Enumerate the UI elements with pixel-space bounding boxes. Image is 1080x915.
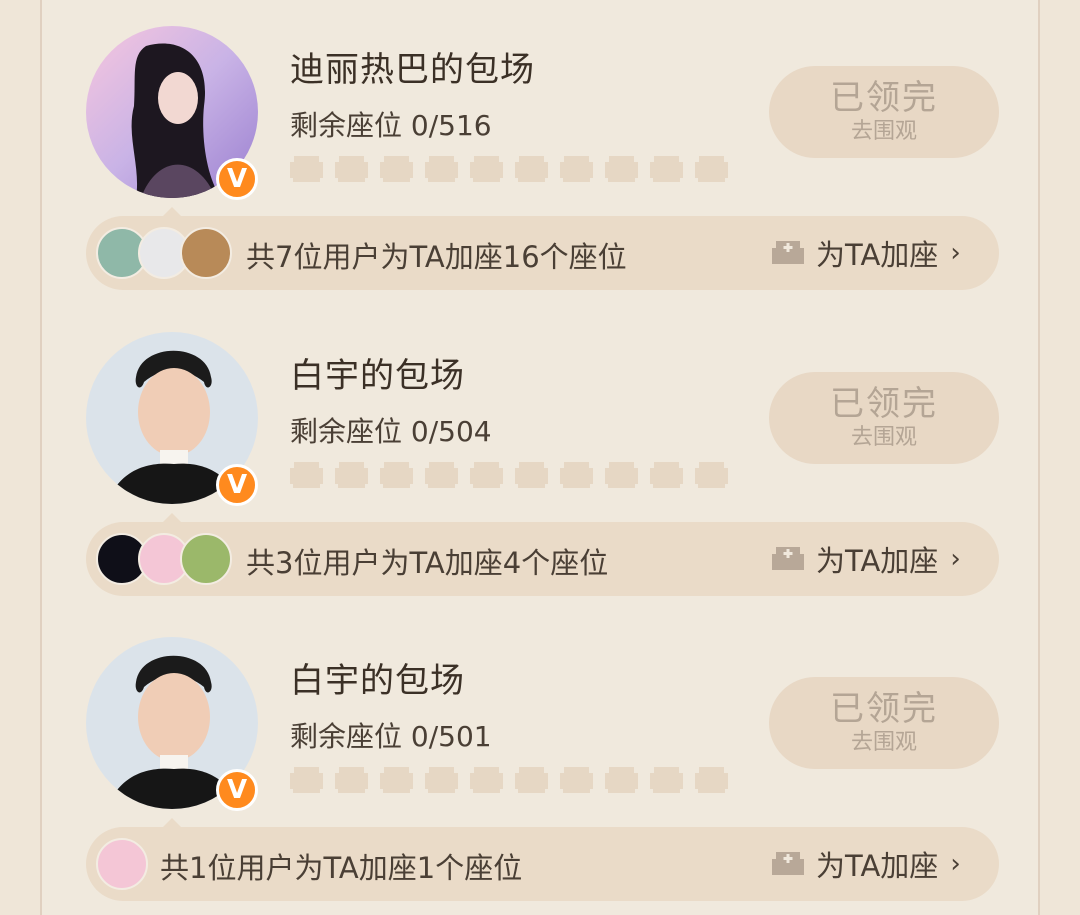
seat-sofa-icon	[290, 767, 323, 793]
seat-sofa-icon	[380, 767, 413, 793]
boost-summary: 共7位用户为TA加座16个座位	[246, 240, 627, 274]
seat-sofa-icon	[695, 767, 728, 793]
seat-sofa-icon	[470, 462, 503, 488]
seat-sofa-icon	[425, 767, 458, 793]
theater-title: 白宇的包场	[290, 356, 465, 396]
seat-sofa-icon	[605, 156, 638, 182]
add-seat-label: 为TA加座	[816, 849, 939, 883]
seat-list-panel: V 迪丽热巴的包场 剩余座位 0/516 已领完 去围观 共7位用户为TA加座1…	[40, 0, 1040, 915]
seat-sofa-icon	[695, 156, 728, 182]
sofa-plus-icon	[772, 241, 804, 264]
seat-sofa-icon	[650, 462, 683, 488]
add-seat-bar[interactable]: 共1位用户为TA加座1个座位 为TA加座 ›	[86, 827, 999, 901]
add-seat-label: 为TA加座	[816, 238, 939, 272]
seat-sofa-icon	[335, 767, 368, 793]
boost-summary: 共3位用户为TA加座4个座位	[246, 546, 609, 580]
chevron-right-icon: ›	[950, 238, 961, 268]
seat-sofa-icon	[605, 767, 638, 793]
verified-v-icon: V	[216, 158, 258, 200]
go-watch-label: 去围观	[850, 730, 917, 755]
seat-sofa-icon	[290, 462, 323, 488]
theater-card: V 白宇的包场 剩余座位 0/504 已领完 去围观 共3位用户为TA加座4个座…	[42, 306, 1042, 606]
claimed-watch-button[interactable]: 已领完 去围观	[769, 372, 999, 464]
sofa-plus-icon	[772, 547, 804, 570]
seat-sofa-icon	[650, 767, 683, 793]
seat-icons-row	[288, 456, 730, 490]
add-seat-button[interactable]: 为TA加座 ›	[770, 538, 961, 580]
seat-sofa-icon	[380, 156, 413, 182]
verified-v-icon: V	[216, 464, 258, 506]
theater-title: 迪丽热巴的包场	[290, 50, 535, 90]
remaining-seats: 剩余座位 0/516	[290, 109, 492, 142]
seat-sofa-icon	[335, 156, 368, 182]
add-seat-bar[interactable]: 共7位用户为TA加座16个座位 为TA加座 ›	[86, 216, 999, 290]
go-watch-label: 去围观	[850, 119, 917, 144]
go-watch-label: 去围观	[850, 425, 917, 450]
add-seat-button[interactable]: 为TA加座 ›	[770, 843, 961, 885]
seat-sofa-icon	[560, 156, 593, 182]
seat-sofa-icon	[695, 462, 728, 488]
boost-summary: 共1位用户为TA加座1个座位	[160, 851, 523, 885]
seat-sofa-icon	[380, 462, 413, 488]
claimed-watch-button[interactable]: 已领完 去围观	[769, 677, 999, 769]
booster-avatar	[180, 533, 232, 585]
seat-sofa-icon	[335, 462, 368, 488]
theater-title: 白宇的包场	[290, 661, 465, 701]
seat-sofa-icon	[560, 767, 593, 793]
seat-sofa-icon	[515, 156, 548, 182]
sofa-plus-icon	[772, 852, 804, 875]
theater-card: V 白宇的包场 剩余座位 0/501 已领完 去围观 共1位用户为TA加座1个座…	[42, 611, 1042, 911]
remaining-seats: 剩余座位 0/504	[290, 415, 492, 448]
seat-icons-row	[288, 761, 730, 795]
remaining-seats: 剩余座位 0/501	[290, 720, 492, 753]
seat-sofa-icon	[290, 156, 323, 182]
seat-sofa-icon	[425, 156, 458, 182]
claimed-watch-button[interactable]: 已领完 去围观	[769, 66, 999, 158]
chevron-right-icon: ›	[950, 544, 961, 574]
theater-card: V 迪丽热巴的包场 剩余座位 0/516 已领完 去围观 共7位用户为TA加座1…	[42, 0, 1042, 300]
seat-sofa-icon	[560, 462, 593, 488]
claimed-label: 已领完	[830, 384, 938, 424]
add-seat-bar[interactable]: 共3位用户为TA加座4个座位 为TA加座 ›	[86, 522, 999, 596]
seat-sofa-icon	[515, 462, 548, 488]
seat-sofa-icon	[470, 156, 503, 182]
seat-sofa-icon	[425, 462, 458, 488]
seat-sofa-icon	[515, 767, 548, 793]
verified-v-icon: V	[216, 769, 258, 811]
add-seat-button[interactable]: 为TA加座 ›	[770, 232, 961, 274]
seat-icons-row	[288, 150, 730, 184]
claimed-label: 已领完	[830, 689, 938, 729]
claimed-label: 已领完	[830, 78, 938, 118]
seat-sofa-icon	[650, 156, 683, 182]
booster-avatar	[180, 227, 232, 279]
add-seat-label: 为TA加座	[816, 544, 939, 578]
seat-sofa-icon	[470, 767, 503, 793]
booster-avatar	[96, 838, 148, 890]
chevron-right-icon: ›	[950, 849, 961, 879]
seat-sofa-icon	[605, 462, 638, 488]
